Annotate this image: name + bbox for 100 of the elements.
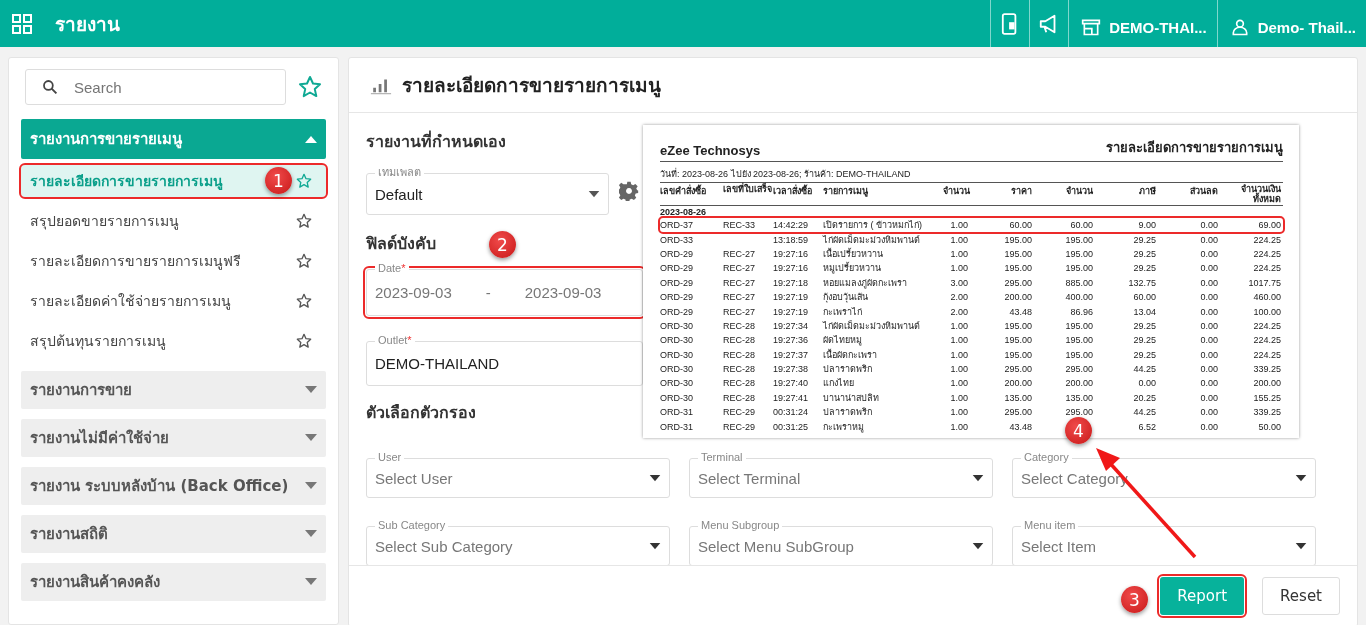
report-group-header[interactable]: รายงานการขาย	[21, 371, 326, 409]
table-cell: 9.00	[1138, 220, 1156, 231]
star-icon[interactable]	[296, 213, 312, 229]
table-cell: 19:27:19	[773, 292, 809, 303]
apps-grid-icon[interactable]	[12, 13, 32, 34]
group-title: รายงานการขาย	[30, 380, 132, 401]
report-group-header[interactable]: รายงานสถิติ	[21, 515, 326, 553]
table-cell: 195.00	[1065, 234, 1093, 245]
field-label: Menu Subgroup	[698, 519, 783, 532]
table-cell: 0.00	[1200, 421, 1218, 432]
report-item[interactable]: รายละเอียดการขายรายการเมนูฟรี	[21, 241, 326, 281]
table-cell: 3.00	[950, 277, 968, 288]
settings-icon[interactable]	[619, 180, 639, 201]
table-cell: 19:27:40	[773, 378, 809, 389]
section-heading: รายงานที่กำหนดเอง	[366, 129, 506, 153]
start-date: 2023-09-03	[375, 284, 452, 301]
store-icon[interactable]	[1081, 17, 1102, 37]
search-field[interactable]: Search	[25, 69, 286, 105]
table-cell: ORD-31	[660, 407, 693, 418]
report-item[interactable]: รายละเอียดค่าใช้จ่ายรายการเมนู	[21, 281, 326, 321]
table-cell: 86.96	[1070, 306, 1093, 317]
table-cell: ORD-33	[660, 234, 693, 245]
table-cell: 0.00	[1200, 320, 1218, 331]
table-cell: REC-27	[723, 248, 755, 259]
table-cell: 1.00	[950, 248, 968, 259]
star-icon[interactable]	[296, 173, 312, 189]
report-group-header[interactable]: รายงานสินค้าคงคลัง	[21, 563, 326, 601]
table-cell: 195.00	[1065, 263, 1093, 274]
table-cell: 195.00	[1004, 349, 1032, 360]
field-label: Sub Category	[375, 519, 449, 532]
table-cell: 1.00	[950, 349, 968, 360]
table-cell: 224.25	[1253, 248, 1281, 259]
caret-icon	[305, 530, 317, 538]
table-cell: 2.00	[950, 292, 968, 303]
table-cell: 19:27:19	[773, 306, 809, 317]
table-cell: 0.00	[1200, 220, 1218, 231]
table-cell: 1.00	[950, 378, 968, 389]
table-cell: 44.25	[1133, 407, 1156, 418]
company-name: eZee Technosys	[660, 143, 761, 158]
table-cell: เนื้อผัดกะเพรา	[823, 349, 877, 360]
field-label: Date*	[375, 262, 409, 275]
star-icon[interactable]	[296, 333, 312, 349]
table-cell: ไก่ผัดเม็ดมะม่วงหิมพานต์	[823, 320, 920, 331]
step-marker: 1	[265, 167, 292, 194]
field-value: DEMO-THAILAND	[375, 355, 500, 372]
table-cell: REC-28	[723, 320, 755, 331]
table-cell: 200.00	[1004, 378, 1032, 389]
column-header: เลขที่ใบเสร็จ	[723, 184, 773, 194]
table-cell: 13.04	[1133, 306, 1156, 317]
item-label: สรุปยอดขายรายการเมนู	[30, 212, 179, 232]
table-cell: 0.00	[1200, 392, 1218, 403]
table-cell: 29.25	[1133, 335, 1156, 346]
report-group-header[interactable]: รายงาน ระบบหลังบ้าน (Back Office)	[21, 467, 326, 505]
report-item[interactable]: รายละเอียดการขายรายการเมนู 1	[21, 165, 326, 197]
table-cell: 1.00	[950, 220, 968, 231]
report-item[interactable]: สรุปต้นทุนรายการเมนู	[21, 321, 326, 361]
table-cell: 0.00	[1200, 277, 1218, 288]
column-header: จำนวนเงินทั้งหมด	[1240, 184, 1281, 204]
group-title: รายงาน ระบบหลังบ้าน (Back Office)	[30, 476, 289, 497]
field-label: Outlet*	[375, 334, 415, 347]
table-cell: 19:27:36	[773, 335, 809, 346]
caret-icon	[1295, 542, 1307, 550]
table-cell: ORD-30	[660, 349, 693, 360]
reset-button[interactable]: Reset	[1262, 577, 1340, 615]
table-cell: ORD-29	[660, 292, 693, 303]
table-cell: 69.00	[1258, 220, 1281, 231]
star-icon[interactable]	[296, 253, 312, 269]
table-cell: 00:31:25	[773, 421, 809, 432]
table-cell: REC-27	[723, 306, 755, 317]
report-group-header[interactable]: รายงานไม่มีค่าใช้จ่าย	[21, 419, 326, 457]
table-cell: 2.00	[950, 306, 968, 317]
table-cell: 100.00	[1253, 306, 1281, 317]
star-icon[interactable]	[298, 75, 322, 99]
field-placeholder: Select Item	[1021, 537, 1097, 555]
table-cell: ORD-37	[660, 220, 693, 231]
table-cell: 0.00	[1200, 292, 1218, 303]
report-item[interactable]: สรุปยอดขายรายการเมนู	[21, 201, 326, 241]
table-cell: 29.25	[1133, 349, 1156, 360]
table-cell: 60.00	[1070, 220, 1093, 231]
table-cell: 0.00	[1200, 407, 1218, 418]
table-cell: 19:27:34	[773, 320, 809, 331]
table-cell: 0.00	[1200, 364, 1218, 375]
caret-icon	[305, 386, 317, 394]
item-label: รายละเอียดการขายรายการเมนู	[30, 172, 223, 192]
star-icon[interactable]	[296, 293, 312, 309]
table-cell: 1.00	[950, 320, 968, 331]
table-cell: 200.00	[1253, 378, 1281, 389]
table-cell: 135.00	[1004, 392, 1032, 403]
table-cell: ไก่ผัดเม็ดมะม่วงหิมพานต์	[823, 234, 920, 245]
caret-icon	[305, 482, 317, 490]
preview-title: รายละเอียดการขายรายการเมนู	[1106, 139, 1283, 158]
table-cell: กะเพราไก่	[823, 306, 862, 317]
table-cell: ORD-30	[660, 392, 693, 403]
table-cell: 155.25	[1253, 392, 1281, 403]
table-cell: 13:18:59	[773, 234, 809, 245]
table-cell: ORD-30	[660, 335, 693, 346]
table-cell: 195.00	[1004, 248, 1032, 259]
table-cell: 1.00	[950, 364, 968, 375]
table-cell: 224.25	[1253, 234, 1281, 245]
table-cell: 195.00	[1004, 320, 1032, 331]
